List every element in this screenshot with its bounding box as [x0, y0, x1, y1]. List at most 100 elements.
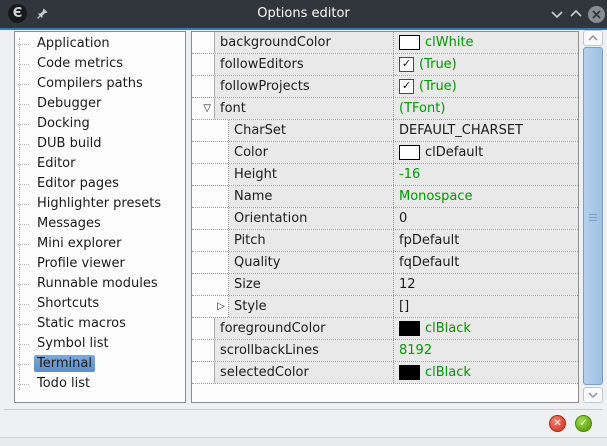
property-value[interactable]: 12 — [394, 274, 578, 295]
color-swatch[interactable] — [399, 365, 420, 380]
category-tree[interactable]: Application Code metricsCompilers pathsDe… — [14, 31, 186, 403]
value-text: clBlack — [425, 365, 471, 380]
property-value[interactable]: 8192 — [394, 340, 578, 361]
footer-separator — [4, 409, 603, 410]
sidebar-item-terminal[interactable]: Terminal — [15, 354, 185, 374]
sidebar-item-application[interactable]: Application — [15, 34, 185, 54]
titlebar[interactable]: Є Options editor — [0, 0, 607, 30]
sidebar-item-label: Profile viewer — [34, 255, 128, 272]
property-row-Name[interactable]: NameMonospace — [192, 186, 578, 208]
grid-scrollbar[interactable] — [583, 30, 603, 403]
sidebar-item-label: DUB build — [34, 135, 105, 152]
sidebar-item-editor[interactable]: Editor — [15, 154, 185, 174]
property-value[interactable]: Monospace — [394, 186, 578, 207]
sidebar-item-editor-pages[interactable]: Editor pages — [15, 174, 185, 194]
property-row-CharSet[interactable]: CharSet DEFAULT_CHARSET — [192, 120, 578, 142]
property-name[interactable]: Name — [229, 186, 394, 207]
property-row-Orientation[interactable]: Orientation0 — [192, 208, 578, 230]
sidebar-item-todo-list[interactable]: Todo list — [15, 374, 185, 394]
close-icon — [592, 10, 601, 19]
property-name[interactable]: backgroundColor — [215, 32, 394, 53]
property-name[interactable]: Size — [229, 274, 394, 295]
property-value[interactable]: [] — [394, 296, 578, 317]
property-row-Quality[interactable]: QualityfqDefault — [192, 252, 578, 274]
sidebar-item-profile-viewer[interactable]: Profile viewer — [15, 254, 185, 274]
property-grid[interactable]: backgroundColorclWhitefollowEditors✓(Tru… — [191, 31, 579, 403]
property-name[interactable]: Orientation — [229, 208, 394, 229]
property-row-Size[interactable]: Size12 — [192, 274, 578, 296]
property-name[interactable]: Height — [229, 164, 394, 185]
property-name[interactable]: font — [215, 98, 394, 119]
maximize-button[interactable] — [569, 7, 583, 21]
property-name[interactable]: selectedColor — [215, 362, 394, 383]
window-title: Options editor — [0, 0, 607, 28]
property-row-Color[interactable]: ColorclDefault — [192, 142, 578, 164]
property-name[interactable]: Style — [229, 296, 394, 317]
options-editor-window: Є Options editor Application Code metrics… — [0, 0, 607, 446]
sidebar-item-runnable-modules[interactable]: Runnable modules — [15, 274, 185, 294]
property-row-followProjects[interactable]: followProjects✓(True) — [192, 76, 578, 98]
property-name[interactable]: Color — [229, 142, 394, 163]
property-value[interactable]: 0 — [394, 208, 578, 229]
sidebar-item-label: Application — [34, 35, 113, 52]
sidebar-item-compilers-paths[interactable]: Compilers paths — [15, 74, 185, 94]
value-text: DEFAULT_CHARSET — [399, 123, 523, 138]
expand-arrow-icon[interactable]: ▷ — [217, 302, 225, 312]
property-row-foregroundColor[interactable]: foregroundColor clBlack — [192, 318, 578, 340]
scroll-up-button[interactable] — [583, 30, 603, 46]
sidebar-item-code-metrics[interactable]: Code metrics — [15, 54, 185, 74]
cancel-button[interactable]: ✕ — [549, 415, 566, 432]
property-row-Height[interactable]: Height-16 — [192, 164, 578, 186]
row-gutter — [192, 252, 229, 273]
property-row-followEditors[interactable]: followEditors✓(True) — [192, 54, 578, 76]
sidebar-item-mini-explorer[interactable]: Mini explorer — [15, 234, 185, 254]
property-value[interactable]: ✓(True) — [394, 54, 578, 75]
property-row-scrollbackLines[interactable]: scrollbackLines8192 — [192, 340, 578, 362]
property-value[interactable]: clBlack — [394, 318, 578, 339]
property-value[interactable]: fpDefault — [394, 230, 578, 251]
property-name[interactable]: Quality — [229, 252, 394, 273]
property-name[interactable]: CharSet — [229, 120, 394, 141]
color-swatch[interactable] — [399, 145, 420, 160]
property-row-selectedColor[interactable]: selectedColor clBlack — [192, 362, 578, 384]
property-value[interactable]: fqDefault — [394, 252, 578, 273]
sidebar-item-docking[interactable]: Docking — [15, 114, 185, 134]
sidebar-item-debugger[interactable]: Debugger — [15, 94, 185, 114]
scroll-down-button[interactable] — [583, 387, 603, 403]
property-value[interactable]: (TFont) — [394, 98, 578, 119]
property-value[interactable]: -16 — [394, 164, 578, 185]
property-value[interactable]: clDefault — [394, 142, 578, 163]
property-name[interactable]: scrollbackLines — [215, 340, 394, 361]
sidebar-item-dub-build[interactable]: DUB build — [15, 134, 185, 154]
property-name[interactable]: foregroundColor — [215, 318, 394, 339]
property-name[interactable]: Pitch — [229, 230, 394, 251]
property-value[interactable]: DEFAULT_CHARSET — [394, 120, 578, 141]
sidebar-item-label: Static macros — [34, 315, 129, 332]
property-row-font[interactable]: ▽ font (TFont) — [192, 98, 578, 120]
accept-button[interactable]: ✓ — [575, 415, 592, 432]
color-swatch[interactable] — [399, 321, 420, 336]
checkbox-checked[interactable]: ✓ — [399, 79, 414, 94]
collapse-arrow-icon[interactable]: ▽ — [203, 104, 211, 114]
sidebar-item-highlighter-presets[interactable]: Highlighter presets — [15, 194, 185, 214]
property-name[interactable]: followProjects — [215, 76, 394, 97]
property-row-Pitch[interactable]: PitchfpDefault — [192, 230, 578, 252]
property-value[interactable]: clBlack — [394, 362, 578, 383]
property-value[interactable]: clWhite — [394, 32, 578, 53]
sidebar-item-messages[interactable]: Messages — [15, 214, 185, 234]
property-name[interactable]: followEditors — [215, 54, 394, 75]
close-button[interactable] — [588, 6, 605, 23]
sidebar-item-symbol-list[interactable]: Symbol list — [15, 334, 185, 354]
color-swatch[interactable] — [399, 35, 420, 50]
sidebar-item-shortcuts[interactable]: Shortcuts — [15, 294, 185, 314]
minimize-button[interactable] — [550, 7, 564, 21]
property-value[interactable]: ✓(True) — [394, 76, 578, 97]
value-text: (TFont) — [399, 101, 445, 116]
property-row-backgroundColor[interactable]: backgroundColorclWhite — [192, 32, 578, 54]
sidebar-item-static-macros[interactable]: Static macros — [15, 314, 185, 334]
scrollbar-thumb[interactable] — [583, 47, 603, 385]
row-gutter: ▷ — [192, 296, 229, 317]
value-text: clBlack — [425, 321, 471, 336]
checkbox-checked[interactable]: ✓ — [399, 57, 414, 72]
property-row-Style[interactable]: ▷ Style[] — [192, 296, 578, 318]
